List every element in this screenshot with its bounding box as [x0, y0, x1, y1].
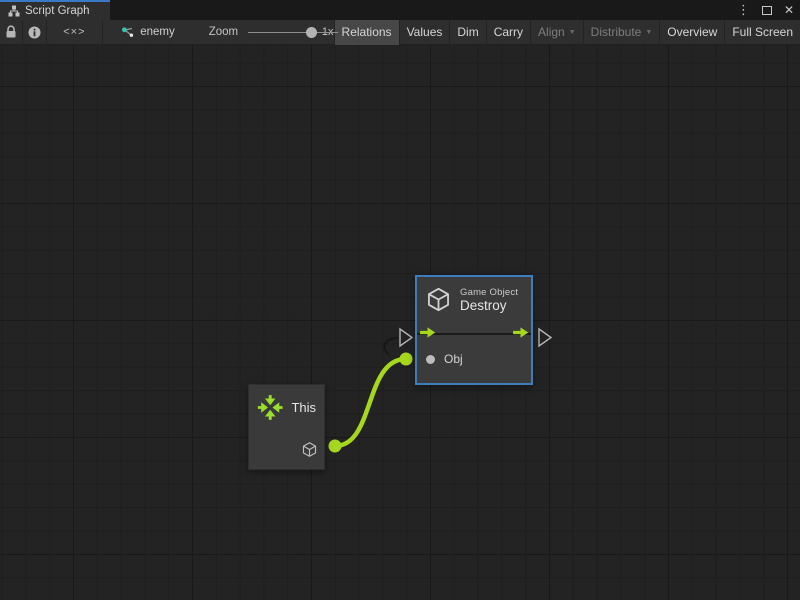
toolbar-button-group: Relations Values Dim Carry Align ▼ Distr…	[334, 20, 800, 45]
overview-button[interactable]: Overview	[659, 20, 724, 45]
connection-end-dot[interactable]	[400, 353, 413, 366]
button-label: Carry	[494, 25, 523, 39]
zoom-slider-handle[interactable]	[306, 27, 317, 38]
button-label: Distribute	[591, 25, 642, 39]
obj-input-row: Obj	[417, 347, 531, 366]
flow-output-port[interactable]	[512, 326, 529, 339]
button-label: Relations	[342, 25, 392, 39]
script-graph-window: Script Graph ⋮ ✕ <×>	[0, 0, 800, 600]
window-menu-icon[interactable]: ⋮	[735, 0, 752, 20]
dim-toggle[interactable]: Dim	[449, 20, 485, 45]
connection-start-dot[interactable]	[329, 440, 342, 453]
obj-port-label: Obj	[444, 352, 463, 366]
button-label: Values	[407, 25, 443, 39]
chevron-down-icon: ▼	[645, 29, 652, 36]
button-label: Dim	[457, 25, 478, 39]
info-icon	[27, 25, 42, 40]
maximize-icon[interactable]	[762, 6, 772, 15]
zoom-label: Zoom	[209, 26, 238, 38]
fullscreen-toggle[interactable]: Full Screen	[724, 20, 800, 45]
tab-bar: Script Graph ⋮ ✕	[0, 0, 800, 20]
code-preview-button[interactable]: <×>	[47, 20, 103, 45]
tab-script-graph[interactable]: Script Graph	[0, 0, 110, 20]
wire-layer	[0, 45, 800, 600]
zoom-slider-track[interactable]	[248, 32, 338, 34]
self-converge-icon	[257, 394, 283, 421]
node-destroy[interactable]: Game Object Destroy Obj	[415, 275, 533, 385]
align-dropdown[interactable]: Align ▼	[530, 20, 583, 45]
node-this[interactable]: This	[248, 384, 325, 470]
cube-output-port[interactable]	[301, 441, 318, 458]
graph-asset-icon	[121, 26, 135, 39]
values-toggle[interactable]: Values	[399, 20, 450, 45]
chevron-down-icon: ▼	[569, 29, 576, 36]
lock-button[interactable]	[0, 20, 22, 45]
flow-ports-row	[417, 321, 531, 347]
flow-entry-triangle-icon[interactable]	[400, 329, 412, 346]
graph-name-label: enemy	[140, 26, 175, 38]
close-icon[interactable]: ✕	[782, 0, 796, 20]
button-label: Full Screen	[732, 25, 793, 39]
relation-curve	[384, 338, 398, 356]
button-label: Overview	[667, 25, 717, 39]
graph-breadcrumb[interactable]: enemy	[103, 20, 175, 45]
node-category: Game Object	[460, 287, 518, 298]
zoom-slider[interactable]	[248, 20, 315, 45]
distribute-dropdown[interactable]: Distribute ▼	[583, 20, 660, 45]
flow-exit-triangle-icon[interactable]	[539, 329, 551, 346]
graph-canvas[interactable]: This Game Object Dest	[0, 45, 800, 600]
carry-toggle[interactable]: Carry	[486, 20, 530, 45]
node-title: This	[291, 400, 316, 415]
button-label: Align	[538, 25, 565, 39]
connection-wire[interactable]	[335, 359, 406, 446]
cube-icon	[425, 286, 452, 313]
relations-toggle[interactable]: Relations	[334, 20, 399, 45]
tab-label: Script Graph	[25, 5, 90, 17]
info-button[interactable]	[23, 20, 45, 45]
code-icon: <×>	[63, 26, 85, 38]
lock-icon	[3, 24, 19, 40]
graph-hierarchy-icon	[8, 5, 20, 17]
graph-toolbar: <×> enemy Zoom 1x Relations Values	[0, 20, 800, 45]
obj-input-port[interactable]	[426, 355, 435, 364]
flow-input-port[interactable]	[419, 326, 436, 339]
node-title: Destroy	[460, 298, 518, 313]
